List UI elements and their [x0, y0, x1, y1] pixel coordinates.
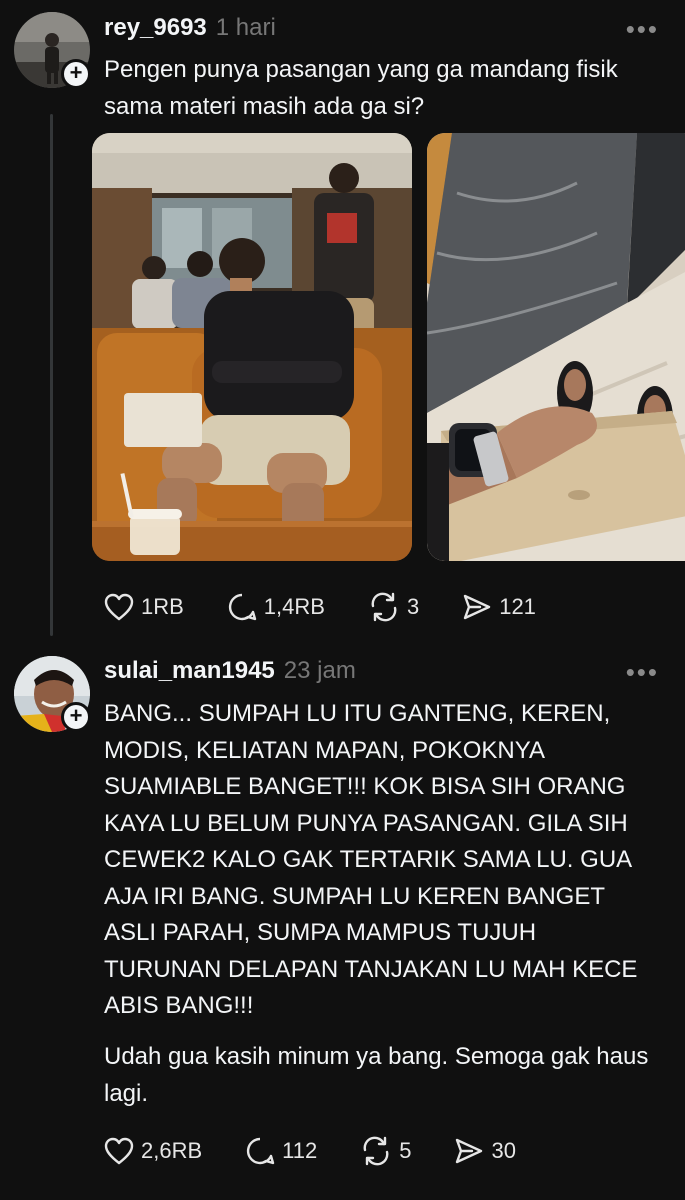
more-icon[interactable]: ••• — [626, 16, 659, 42]
reply-button[interactable]: 112 — [245, 1136, 317, 1166]
timestamp: 1 hari — [215, 14, 276, 41]
repost-icon — [363, 1136, 389, 1166]
thread-post-1: + rey_9693 1 hari ••• Pengen punya pasan… — [0, 0, 685, 645]
timestamp: 23 jam — [283, 657, 356, 684]
repost-count: 5 — [399, 1138, 412, 1163]
like-button[interactable]: 2,6RB — [104, 1137, 202, 1165]
reply-count: 112 — [282, 1138, 318, 1163]
heart-icon — [104, 1137, 134, 1165]
photo-hand-smartwatch[interactable] — [427, 133, 685, 561]
post-text: BANG... SUMPAH LU ITU GANTENG, KEREN, MO… — [104, 700, 638, 1019]
post-actions: 2,6RB 112 5 30 — [104, 1136, 559, 1166]
username[interactable]: rey_9693 — [104, 14, 207, 42]
share-button[interactable]: 121 — [462, 593, 536, 621]
thread-line — [50, 114, 53, 636]
post-text-secondary: Udah gua kasih minum ya bang. Semoga gak… — [104, 1043, 649, 1107]
reply-count: 1,4RB — [263, 594, 325, 619]
post-header: rey_9693 1 hari — [104, 14, 276, 42]
follow-plus-icon[interactable]: + — [61, 702, 91, 732]
share-count: 121 — [499, 594, 536, 619]
repost-count: 3 — [406, 594, 420, 619]
post-actions: 1RB 1,4RB 3 121 — [104, 592, 579, 622]
comment-icon — [247, 1137, 275, 1165]
more-icon[interactable]: ••• — [626, 659, 659, 685]
repost-button[interactable]: 3 — [368, 592, 419, 622]
username[interactable]: sulai_man1945 — [104, 657, 275, 685]
like-button[interactable]: 1RB — [104, 593, 184, 621]
follow-plus-icon[interactable]: + — [61, 59, 91, 89]
heart-icon — [104, 593, 134, 621]
like-count: 2,6RB — [141, 1138, 203, 1163]
share-button[interactable]: 30 — [454, 1137, 516, 1165]
reply-button[interactable]: 1,4RB — [227, 592, 325, 622]
share-count: 30 — [491, 1138, 516, 1163]
repost-icon — [371, 592, 397, 622]
post-text: Pengen punya pasangan yang ga mandang fi… — [104, 56, 618, 120]
share-icon — [464, 594, 491, 620]
like-count: 1RB — [141, 594, 184, 619]
comment-icon — [228, 593, 256, 621]
photo-sitting-man[interactable] — [92, 133, 412, 561]
repost-button[interactable]: 5 — [360, 1136, 411, 1166]
post-header: sulai_man1945 23 jam — [104, 657, 356, 685]
thread-post-2: + sulai_man1945 23 jam ••• BANG... SUMPA… — [0, 645, 685, 1200]
share-icon — [456, 1138, 483, 1164]
